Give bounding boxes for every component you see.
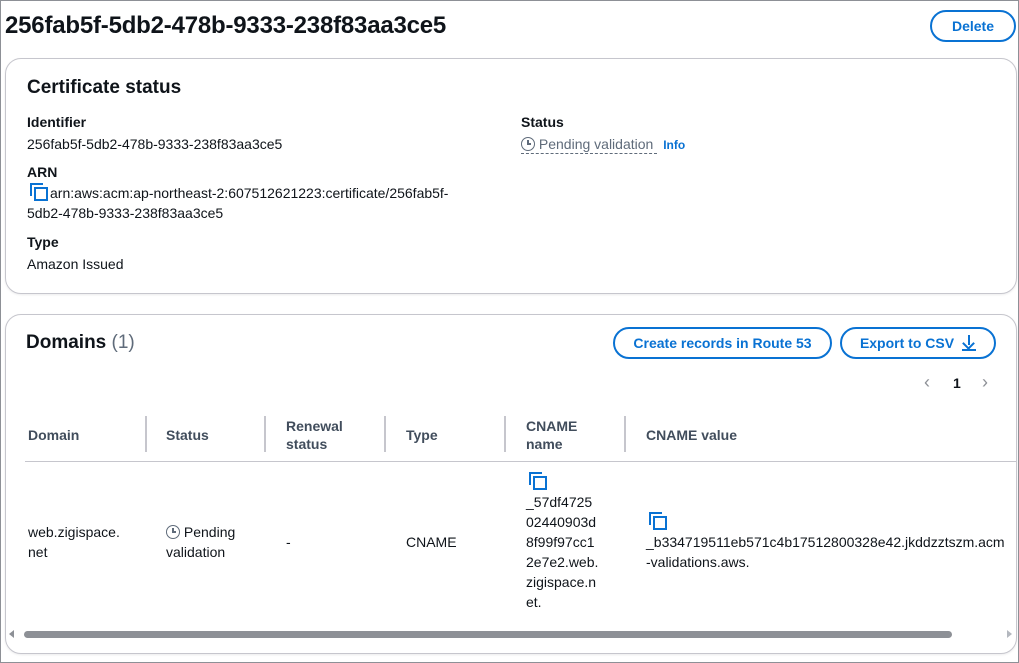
app-frame: 256fab5f-5db2-478b-9333-238f83aa3ce5 Del… [0,0,1019,663]
domains-card [5,314,1017,654]
domains-heading: Domains (1) [26,332,135,354]
arn-line-1: arn:aws:acm:ap-northeast-2:607512621223:… [50,185,449,201]
domains-heading-text: Domains [26,332,107,353]
cell-domain-line-1: web.zigispace. [28,524,120,540]
header-divider [25,461,1017,462]
column-divider[interactable] [264,416,266,452]
col-renewal-status[interactable]: Renewal status [286,417,343,453]
cell-status-line-2: validation [166,544,226,560]
previous-page-icon[interactable]: ‹ [924,372,930,393]
column-divider[interactable] [145,416,147,452]
column-divider[interactable] [504,416,506,452]
domains-count: (1) [111,332,135,353]
clock-icon [521,137,535,151]
certificate-status-heading: Certificate status [27,77,182,98]
copy-icon[interactable] [649,512,667,530]
cell-cname-value-line-1: _b334719511eb571c4b17512800328e42.jkddzz… [646,534,1005,550]
cell-renewal-status: - [286,534,291,550]
create-records-label: Create records in Route 53 [633,335,812,351]
cell-cname-name-line-3: 8f99f97cc1 [526,534,595,550]
col-type[interactable]: Type [406,426,438,444]
scroll-right-icon[interactable] [1007,630,1012,638]
cell-cname-value: _b334719511eb571c4b17512800328e42.jkddzz… [646,512,1005,572]
download-icon [962,335,977,351]
copy-icon[interactable] [30,183,48,201]
copy-icon[interactable] [529,472,547,490]
page-number[interactable]: 1 [953,375,961,391]
certificate-status-card: Certificate status Identifier 256fab5f-5… [5,58,1017,294]
cell-cname-name-line-1: _57df4725 [526,494,593,510]
col-cname-value[interactable]: CNAME value [646,426,737,444]
cell-domain-line-2: net [28,544,48,560]
cell-cname-value-line-2: -validations.aws. [646,554,750,570]
column-divider[interactable] [624,416,626,452]
export-csv-label: Export to CSV [859,335,955,351]
col-status[interactable]: Status [166,426,209,444]
cell-status-line-1: Pending [183,524,236,540]
delete-button[interactable]: Delete [930,10,1016,42]
clock-icon [166,525,180,539]
cell-status: Pending validation [166,522,235,562]
info-link[interactable]: Info [663,138,685,152]
col-cname-name-line-1: CNAME [526,418,578,434]
next-page-icon[interactable]: › [982,372,988,393]
identifier-label: Identifier [27,114,87,130]
status-popover-trigger[interactable]: Pending validation [521,136,658,154]
arn-value: arn:aws:acm:ap-northeast-2:607512621223:… [27,183,448,223]
create-records-button[interactable]: Create records in Route 53 [613,327,832,359]
col-renewal-line-2: status [286,436,328,452]
status-value: Pending validation Info [521,134,685,155]
arn-label: ARN [27,164,58,180]
type-label: Type [27,234,59,250]
col-cname-name-line-2: name [526,436,563,452]
page-title: 256fab5f-5db2-478b-9333-238f83aa3ce5 [5,12,447,39]
col-renewal-line-1: Renewal [286,418,343,434]
type-value: Amazon Issued [27,256,124,272]
cell-cname-name-line-2: 02440903d [526,514,597,530]
delete-button-label: Delete [951,18,995,34]
cell-cname-name-line-5: zigispace.n [526,574,597,590]
export-csv-button[interactable]: Export to CSV [840,327,996,359]
col-cname-name[interactable]: CNAME name [526,417,577,453]
horizontal-scrollbar[interactable] [7,627,1014,641]
cell-type: CNAME [406,534,457,550]
column-divider[interactable] [384,416,386,452]
cell-domain: web.zigispace. net [28,522,120,562]
identifier-value: 256fab5f-5db2-478b-9333-238f83aa3ce5 [27,136,283,152]
cell-cname-name: _57df4725 02440903d 8f99f97cc1 2e7e2.web… [526,472,598,612]
cell-cname-name-line-4: 2e7e2.web. [526,554,599,570]
cell-cname-name-line-6: et. [526,594,542,610]
scrollbar-thumb[interactable] [24,631,952,638]
status-text: Pending validation [538,136,654,152]
status-label: Status [521,114,564,130]
arn-line-2: 5db2-478b-9333-238f83aa3ce5 [27,205,224,221]
scroll-left-icon[interactable] [9,630,14,638]
col-domain[interactable]: Domain [28,426,79,444]
